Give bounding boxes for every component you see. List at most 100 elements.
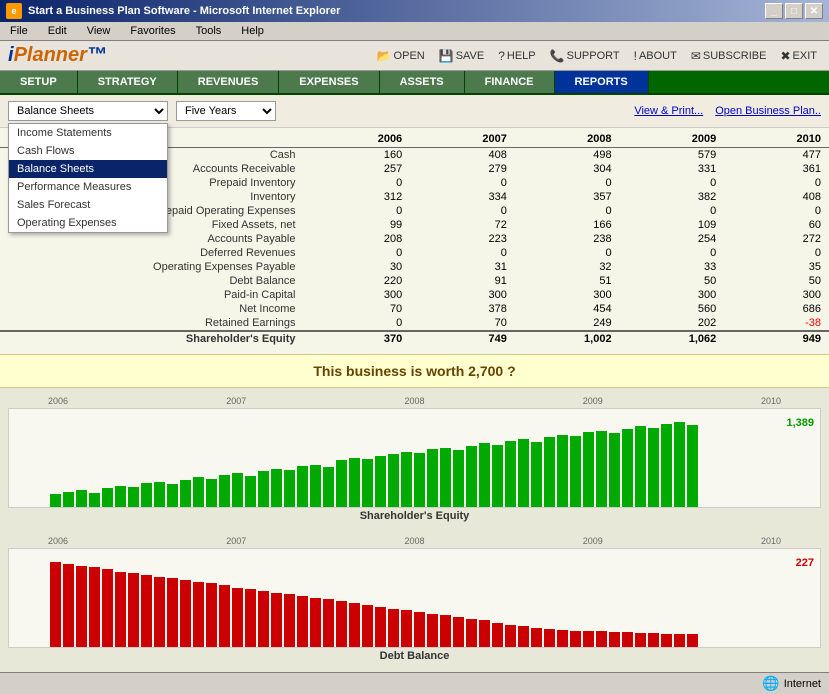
time-period-dropdown[interactable]: Five Years One Year: [176, 101, 276, 121]
chart-bar: [375, 456, 386, 507]
menu-favorites[interactable]: Favorites: [126, 24, 179, 38]
chart-bar: [453, 450, 464, 507]
row-value: 109: [620, 218, 725, 232]
menu-income-statements[interactable]: Income Statements: [9, 124, 167, 142]
chart-bar: [687, 425, 698, 507]
row-value: 0: [515, 246, 620, 260]
chart-bar: [674, 422, 685, 507]
row-value: 220: [306, 274, 411, 288]
chart-bar: [362, 459, 373, 507]
chart-bar: [219, 475, 230, 507]
tab-expenses[interactable]: EXPENSES: [279, 71, 379, 93]
save-button[interactable]: 💾 SAVE: [435, 48, 488, 64]
chart-bar: [323, 599, 334, 647]
chart-bar: [258, 591, 269, 647]
tab-assets[interactable]: ASSETS: [380, 71, 465, 93]
tab-strategy[interactable]: STRATEGY: [78, 71, 178, 93]
report-controls-wrapper: Balance Sheets Income Statements Cash Fl…: [0, 95, 829, 128]
support-button[interactable]: 📞 SUPPORT: [546, 48, 624, 64]
table-row: Debt Balance22091515050: [0, 274, 829, 288]
chart-bar: [609, 632, 620, 647]
row-label: Accounts Payable: [0, 232, 306, 246]
minimize-button[interactable]: _: [765, 3, 783, 19]
summary-value: 1,062: [620, 331, 725, 346]
row-value: 91: [410, 274, 515, 288]
menu-sales-forecast[interactable]: Sales Forecast: [9, 196, 167, 214]
equity-year-2009: 2009: [583, 396, 603, 406]
row-value: 312: [306, 190, 411, 204]
debt-year-2007: 2007: [226, 536, 246, 546]
subscribe-button[interactable]: ✉ SUBSCRIBE: [687, 48, 771, 64]
chart-bar: [206, 479, 217, 507]
tab-finance[interactable]: FINANCE: [465, 71, 555, 93]
debt-chart-area: 227: [8, 548, 821, 648]
row-value: 304: [515, 162, 620, 176]
table-row: Accounts Payable208223238254272: [0, 232, 829, 246]
menu-view[interactable]: View: [83, 24, 115, 38]
close-button[interactable]: ✕: [805, 3, 823, 19]
chart-bar: [505, 625, 516, 647]
equity-year-2008: 2008: [404, 396, 424, 406]
chart-bar: [414, 612, 425, 647]
equity-year-2010: 2010: [761, 396, 781, 406]
about-button[interactable]: ! ABOUT: [630, 48, 681, 64]
open-icon: 📂: [377, 49, 392, 63]
chart-bar: [440, 448, 451, 508]
chart-bar: [115, 486, 126, 507]
row-value: 202: [620, 316, 725, 331]
chart-bar: [557, 630, 568, 647]
chart-bar: [89, 493, 100, 507]
exit-label: EXIT: [793, 50, 817, 62]
chart-bar: [115, 572, 126, 647]
tab-reports[interactable]: REPORTS: [555, 71, 649, 93]
row-value: 279: [410, 162, 515, 176]
toolbar-buttons: 📂 OPEN 💾 SAVE ? HELP 📞 SUPPORT ! ABOUT ✉…: [373, 48, 821, 64]
menu-file[interactable]: File: [6, 24, 32, 38]
row-value: 357: [515, 190, 620, 204]
chart-bar: [635, 633, 646, 647]
chart-bar: [492, 445, 503, 507]
chart-bar: [128, 573, 139, 647]
chart-bar: [388, 454, 399, 507]
debt-year-2006: 2006: [48, 536, 68, 546]
help-button[interactable]: ? HELP: [494, 48, 539, 64]
menu-balance-sheets[interactable]: Balance Sheets: [9, 160, 167, 178]
table-row: Operating Expenses Payable3031323335: [0, 260, 829, 274]
open-button[interactable]: 📂 OPEN: [373, 48, 429, 64]
row-value: 331: [620, 162, 725, 176]
chart-bar: [440, 615, 451, 647]
tab-setup[interactable]: SETUP: [0, 71, 78, 93]
row-label: Debt Balance: [0, 274, 306, 288]
open-business-plan-link[interactable]: Open Business Plan..: [715, 105, 821, 117]
chart-bar: [453, 617, 464, 647]
report-type-dropdown[interactable]: Balance Sheets Income Statements Cash Fl…: [8, 101, 168, 121]
row-value: 72: [410, 218, 515, 232]
row-value: 0: [410, 204, 515, 218]
report-links: View & Print... Open Business Plan..: [634, 105, 821, 117]
chart-bar: [583, 631, 594, 647]
row-value: 70: [306, 302, 411, 316]
window-controls[interactable]: _ □ ✕: [765, 3, 823, 19]
menu-cash-flows[interactable]: Cash Flows: [9, 142, 167, 160]
row-value: 579: [620, 148, 725, 163]
table-row: Net Income70378454560686: [0, 302, 829, 316]
menu-performance-measures[interactable]: Performance Measures: [9, 178, 167, 196]
chart-bar: [674, 634, 685, 647]
menu-help[interactable]: Help: [237, 24, 268, 38]
row-value: 361: [724, 162, 829, 176]
chart-bar: [375, 607, 386, 647]
debt-year-2010: 2010: [761, 536, 781, 546]
menu-tools[interactable]: Tools: [192, 24, 226, 38]
equity-year-2007: 2007: [226, 396, 246, 406]
chart-bar: [141, 483, 152, 507]
tab-revenues[interactable]: REVENUES: [178, 71, 280, 93]
chart-bar: [466, 446, 477, 507]
maximize-button[interactable]: □: [785, 3, 803, 19]
menu-operating-expenses[interactable]: Operating Expenses: [9, 214, 167, 232]
view-print-link[interactable]: View & Print...: [634, 105, 703, 117]
row-value: 378: [410, 302, 515, 316]
subscribe-label: SUBSCRIBE: [703, 50, 767, 62]
exit-button[interactable]: ✖ EXIT: [776, 48, 821, 64]
menu-edit[interactable]: Edit: [44, 24, 71, 38]
chart-bar: [76, 490, 87, 507]
